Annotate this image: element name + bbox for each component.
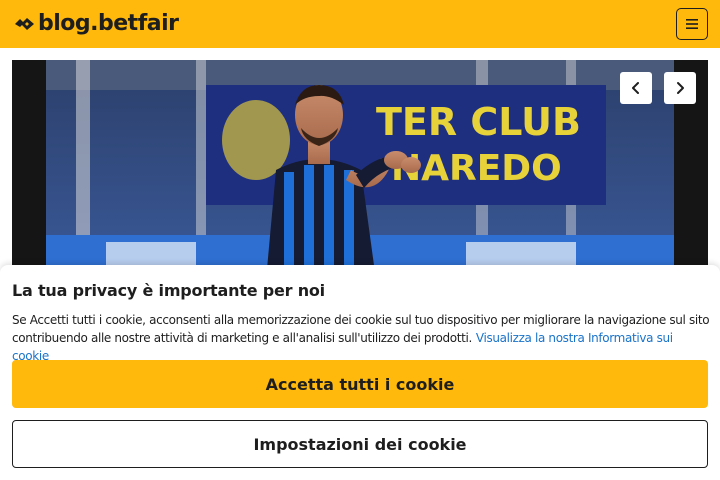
site-logo[interactable]: blog.betfair — [13, 10, 179, 38]
chevron-right-icon — [677, 82, 684, 94]
chevron-left-icon — [632, 82, 639, 94]
cookie-banner-text: Se Accetti tutti i cookie, acconsenti al… — [12, 311, 712, 365]
hero-photo: TER CLUB NAREDO — [46, 60, 674, 280]
menu-button[interactable] — [676, 8, 708, 40]
cookie-banner-title: La tua privacy è importante per noi — [12, 281, 325, 300]
cookie-settings-button[interactable]: Impostazioni dei cookie — [12, 420, 708, 468]
betfair-arrows-icon — [15, 18, 34, 30]
site-header: blog.betfair — [0, 0, 720, 48]
svg-text:TER CLUB: TER CLUB — [376, 100, 581, 144]
accept-all-cookies-button[interactable]: Accetta tutti i cookie — [12, 360, 708, 408]
logo-text: blog.betfair — [38, 11, 179, 36]
cookie-consent-banner: La tua privacy è importante per noi Se A… — [0, 265, 720, 480]
hamburger-menu-icon — [686, 19, 698, 29]
next-slide-button[interactable] — [664, 72, 696, 104]
previous-slide-button[interactable] — [620, 72, 652, 104]
hero-slider: TER CLUB NAREDO — [12, 60, 708, 280]
